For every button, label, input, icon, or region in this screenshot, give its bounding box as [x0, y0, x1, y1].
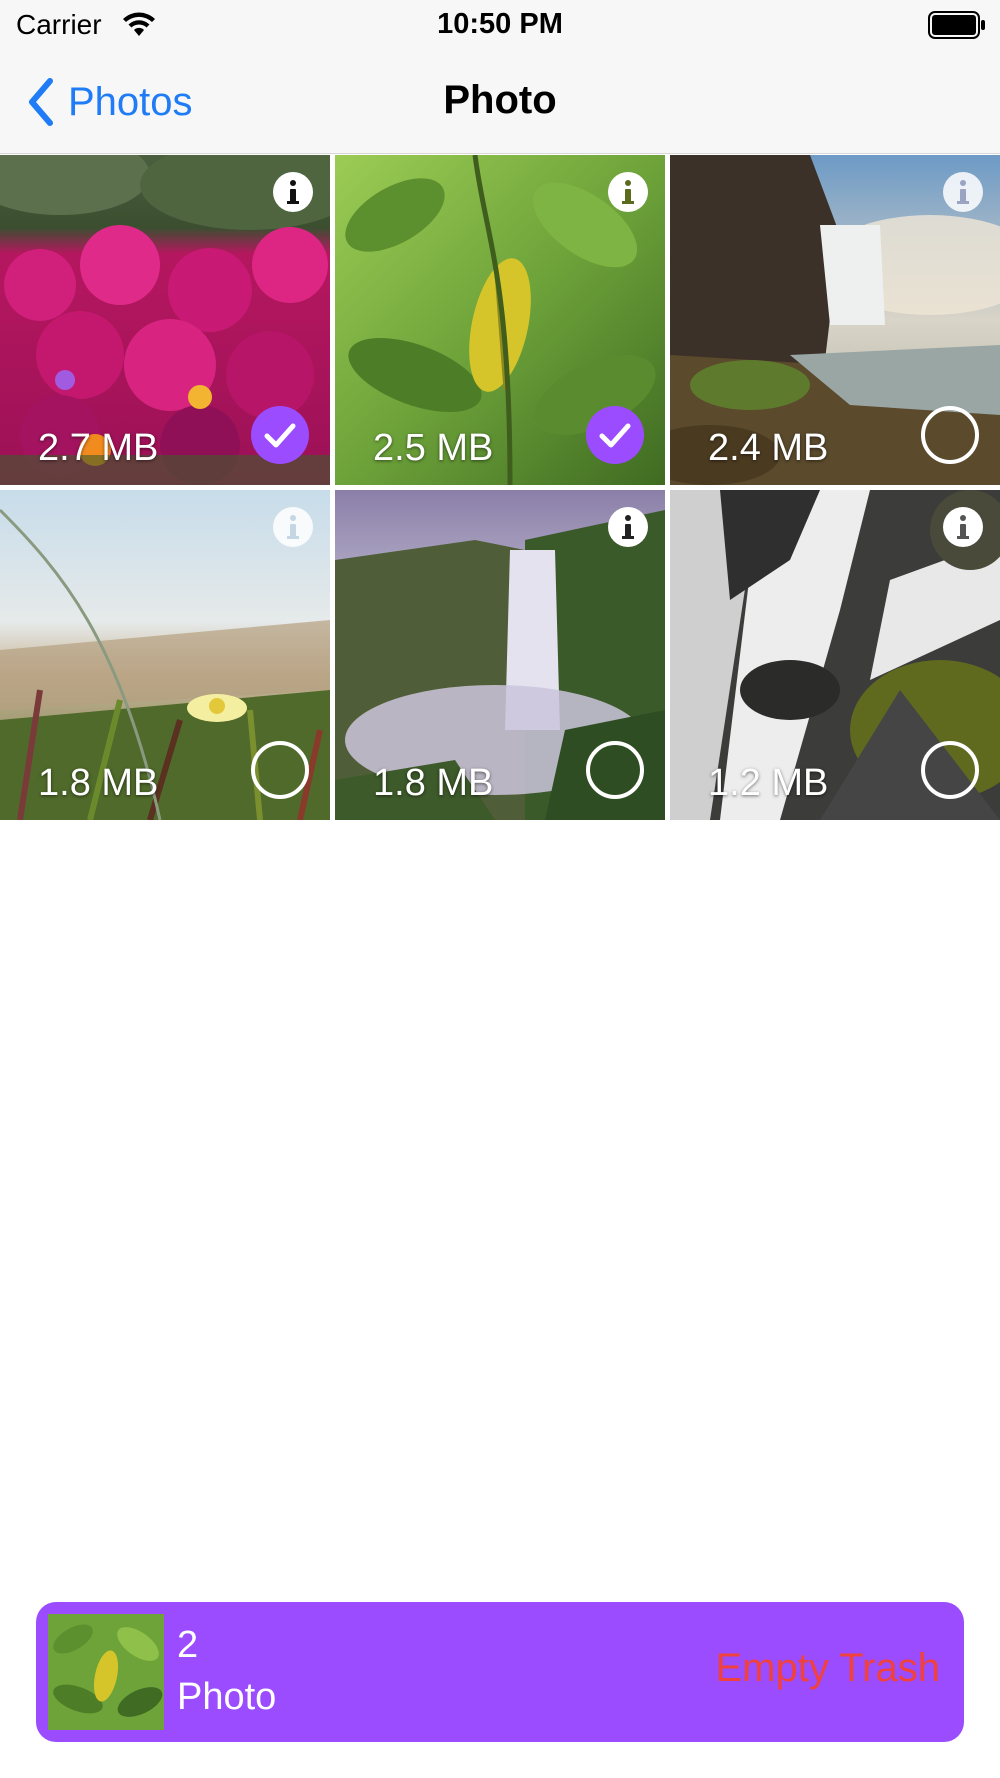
- empty-circle-icon[interactable]: [920, 405, 980, 465]
- navigation-bar: Photos Photo: [0, 50, 1000, 154]
- photo-cell[interactable]: 2.5 MB: [335, 155, 665, 485]
- checkmark-circle-icon[interactable]: [585, 405, 645, 465]
- info-icon[interactable]: [942, 506, 984, 548]
- info-icon[interactable]: [272, 171, 314, 213]
- info-icon[interactable]: [942, 171, 984, 213]
- status-bar: Carrier 10:50 PM: [0, 0, 1000, 50]
- page-title: Photo: [443, 78, 557, 122]
- photo-cell[interactable]: 1.2 MB: [670, 490, 1000, 820]
- photo-size-label: 2.7 MB: [38, 427, 159, 469]
- photo-size-label: 1.8 MB: [38, 762, 159, 804]
- trash-summary-bar: 2 Photo Empty Trash: [36, 1602, 964, 1742]
- empty-trash-button[interactable]: Empty Trash: [715, 1646, 940, 1691]
- selected-photo-thumbnail: [48, 1614, 164, 1730]
- photo-size-label: 1.8 MB: [373, 762, 494, 804]
- trash-label: Photo: [177, 1676, 277, 1718]
- photo-cell[interactable]: 2.7 MB: [0, 155, 330, 485]
- photo-cell[interactable]: 1.8 MB: [0, 490, 330, 820]
- photo-size-label: 1.2 MB: [708, 762, 829, 804]
- battery-icon: [928, 11, 985, 39]
- info-icon[interactable]: [272, 506, 314, 548]
- checkmark-circle-icon[interactable]: [250, 405, 310, 465]
- photo-cell[interactable]: 2.4 MB: [670, 155, 1000, 485]
- info-icon[interactable]: [607, 506, 649, 548]
- photo-cell[interactable]: 1.8 MB: [335, 490, 665, 820]
- empty-circle-icon[interactable]: [920, 740, 980, 800]
- photo-size-label: 2.5 MB: [373, 427, 494, 469]
- empty-circle-icon[interactable]: [585, 740, 645, 800]
- info-icon[interactable]: [607, 171, 649, 213]
- status-time: 10:50 PM: [437, 8, 563, 40]
- photo-size-label: 2.4 MB: [708, 427, 829, 469]
- empty-circle-icon[interactable]: [250, 740, 310, 800]
- trash-count: 2: [177, 1624, 199, 1666]
